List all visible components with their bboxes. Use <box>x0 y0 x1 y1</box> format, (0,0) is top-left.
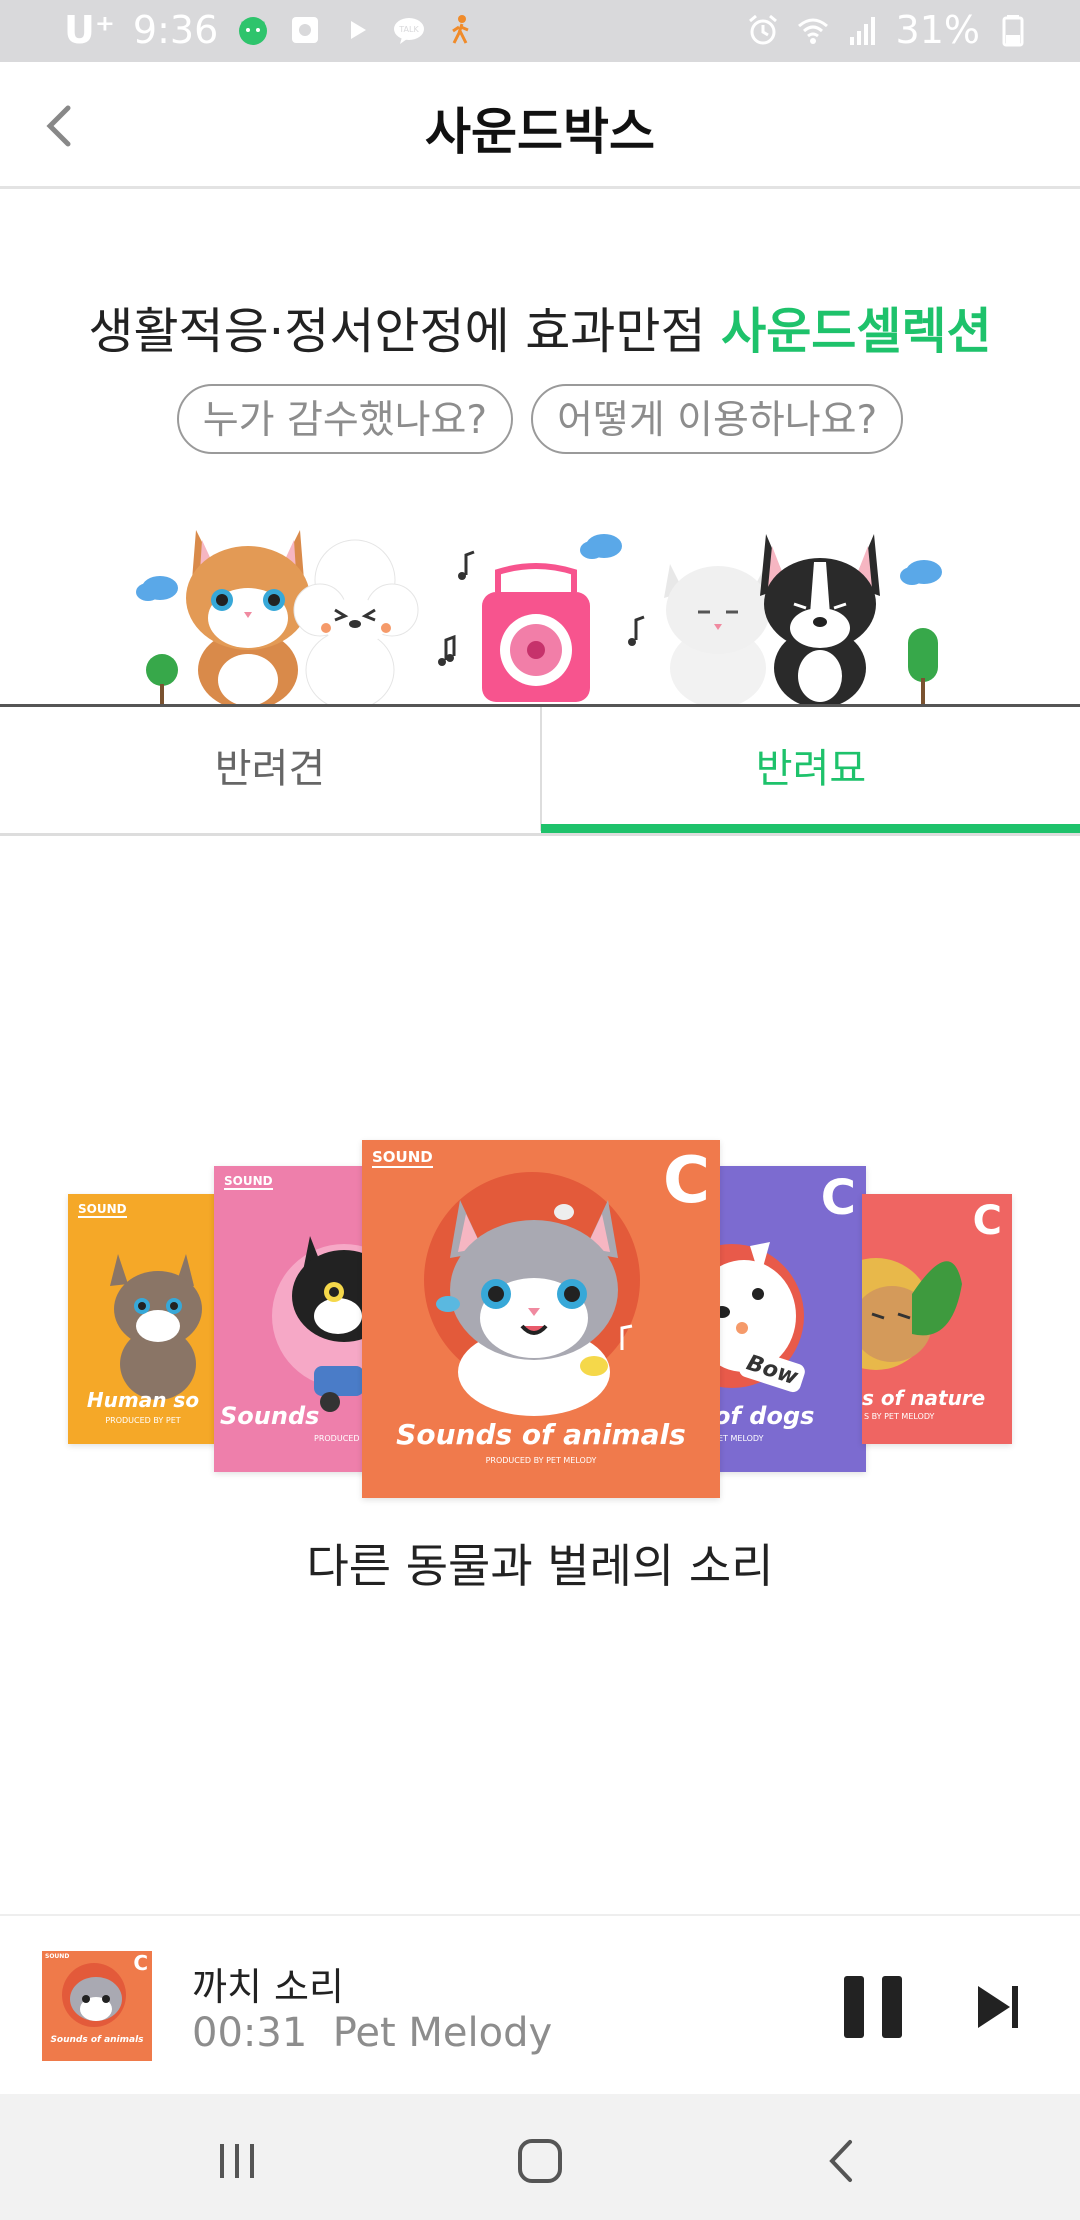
boston-terrier-illustration <box>760 534 880 704</box>
album-card[interactable]: SOUND Sounds PRODUCED B <box>214 1166 370 1472</box>
track-title: 까치 소리 <box>192 1965 344 2009</box>
system-nav-bar <box>0 2094 1080 2220</box>
skip-next-icon[interactable] <box>976 1984 1020 2030</box>
album-card-selected[interactable]: SOUND C Sounds of animals PRODUCED BY PE… <box>362 1140 720 1498</box>
album-credit: ET MELODY <box>718 1434 764 1443</box>
gallery-icon <box>292 17 319 43</box>
album-credit: S BY PET MELODY <box>864 1412 935 1421</box>
status-time: 9:36 <box>132 8 219 52</box>
status-left: U⁺ 9:36 TALK <box>64 8 478 52</box>
white-cat-illustration <box>664 564 772 704</box>
track-elapsed: 00:31 <box>192 2010 308 2056</box>
status-bar: U⁺ 9:36 TALK 31% <box>0 0 1080 62</box>
cloud-icon <box>580 534 622 559</box>
album-caption: Sounds of animals <box>396 1418 686 1451</box>
mini-player[interactable]: SOUND C Sounds of animals 까치 소리 00:31 Pe… <box>0 1914 1080 2096</box>
pause-icon[interactable] <box>842 1974 904 2040</box>
carrier-label: U⁺ <box>64 8 115 52</box>
album-carousel[interactable]: SOUND Human so PRODUCED BY PET SOUND Sou… <box>0 1130 1080 1510</box>
music-note-icon <box>438 634 456 666</box>
track-meta: 00:31 Pet Melody <box>192 2010 552 2056</box>
album-caption: s of nature <box>862 1386 986 1410</box>
headline-accent: 사운드셀렉션 <box>721 303 992 360</box>
info-pills: 누가 감수했나요? 어떻게 이용하나요? <box>0 384 1080 454</box>
track-artist: Pet Melody <box>332 2010 553 2056</box>
kakaotalk-icon: TALK <box>394 18 425 44</box>
music-note-icon <box>628 615 645 646</box>
album-credit: PRODUCED BY PET MELODY <box>485 1456 597 1465</box>
album-card[interactable]: C s of nature S BY PET MELODY <box>862 1194 1012 1444</box>
tree-icon <box>146 654 178 704</box>
cat-app-icon <box>239 17 268 45</box>
poodle-illustration <box>293 539 419 704</box>
cloud-icon <box>136 576 178 601</box>
album-card[interactable]: C Bow of dogs ET MELODY <box>714 1166 866 1472</box>
album-credit: PRODUCED BY PET <box>105 1416 181 1425</box>
signal-icon <box>849 17 875 45</box>
album-card[interactable]: SOUND Human so PRODUCED BY PET <box>68 1194 218 1444</box>
album-caption: Sounds <box>220 1402 320 1430</box>
status-right: 31% <box>746 8 1030 52</box>
page-title: 사운드박스 <box>425 103 655 161</box>
album-credit: PRODUCED B <box>314 1434 368 1443</box>
tab-cat[interactable]: 반려묘 <box>541 707 1080 833</box>
cloud-icon <box>900 560 942 585</box>
recent-apps-icon[interactable] <box>212 2136 262 2186</box>
play-icon <box>351 21 367 39</box>
headline-text: 생활적응·정서안정에 효과만점 <box>88 303 722 360</box>
category-tabs: 반려견 반려묘 <box>0 704 1080 836</box>
wifi-icon <box>797 18 828 44</box>
tab-dog[interactable]: 반려견 <box>0 707 542 831</box>
svg-text:TALK: TALK <box>399 25 420 34</box>
walking-icon <box>452 15 469 44</box>
app-bar: 사운드박스 <box>0 62 1080 189</box>
tree-icon <box>908 628 938 704</box>
music-note-icon <box>458 550 475 580</box>
orange-cat-illustration <box>186 530 310 704</box>
supervisor-info-button[interactable]: 누가 감수했나요? <box>176 384 514 454</box>
headline: 생활적응·정서안정에 효과만점 사운드셀렉션 <box>0 292 1080 363</box>
album-title: 다른 동물과 벌레의 소리 <box>306 1539 774 1593</box>
album-caption: Human so <box>86 1388 200 1412</box>
alarm-icon <box>748 14 777 45</box>
home-icon[interactable] <box>515 2136 565 2186</box>
back-icon[interactable] <box>818 2136 868 2186</box>
pink-speaker-illustration <box>482 563 590 702</box>
battery-icon <box>1002 15 1024 47</box>
battery-percent: 31% <box>895 8 980 52</box>
thumb-caption: Sounds of animals <box>50 2035 144 2045</box>
player-album-thumbnail[interactable]: SOUND C Sounds of animals <box>42 1951 152 2061</box>
usage-info-button[interactable]: 어떻게 이용하나요? <box>531 384 904 454</box>
album-caption: of dogs <box>714 1402 815 1430</box>
hero-illustration <box>136 530 942 704</box>
